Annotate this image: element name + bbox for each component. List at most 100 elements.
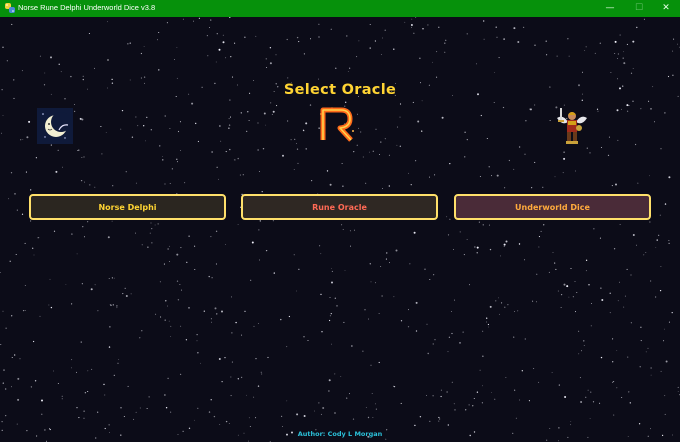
star (424, 268, 426, 270)
star (367, 318, 369, 320)
star (255, 358, 257, 360)
star (658, 234, 660, 236)
star (433, 274, 435, 276)
star (438, 416, 440, 419)
star (434, 174, 436, 176)
star (463, 254, 465, 256)
star (436, 76, 438, 78)
star (197, 407, 199, 409)
star (248, 417, 250, 419)
star (513, 27, 516, 30)
star (135, 116, 137, 118)
star (280, 415, 283, 418)
star (181, 289, 182, 291)
star (626, 43, 628, 45)
star (24, 285, 26, 286)
star (70, 75, 72, 78)
star (233, 159, 235, 161)
star (28, 120, 31, 123)
star (309, 38, 312, 40)
star (228, 127, 230, 129)
star (257, 149, 259, 151)
star (466, 139, 468, 141)
star (410, 184, 412, 186)
star (240, 376, 243, 379)
star (231, 332, 233, 334)
star (599, 42, 601, 44)
star (0, 132, 2, 134)
star (385, 438, 387, 440)
star (607, 154, 610, 157)
star (344, 270, 346, 271)
rune-oracle-button[interactable]: Rune Oracle (241, 194, 438, 220)
star (139, 407, 141, 409)
star (583, 345, 585, 346)
star (164, 394, 166, 396)
star (587, 389, 589, 391)
star (538, 236, 540, 238)
window-title: Norse Rune Delphi Underworld Dice v3.8 (18, 3, 156, 12)
star (503, 38, 505, 40)
star (640, 108, 642, 110)
star (421, 100, 423, 102)
star (483, 38, 485, 40)
star (399, 103, 402, 105)
underworld-dice-button[interactable]: Underworld Dice (454, 194, 651, 220)
star (186, 261, 188, 263)
star (140, 52, 143, 55)
star (231, 296, 232, 298)
star (616, 109, 619, 112)
norse-delphi-button[interactable]: Norse Delphi (29, 194, 226, 220)
star (444, 51, 446, 53)
star (275, 54, 277, 56)
star (50, 56, 52, 59)
star (230, 395, 232, 397)
star (531, 187, 533, 189)
star (563, 157, 566, 160)
star (336, 305, 338, 307)
star (549, 119, 551, 121)
star (568, 296, 570, 298)
star (57, 383, 59, 385)
star (218, 48, 221, 51)
star (169, 182, 171, 184)
star (330, 268, 332, 269)
star (663, 340, 665, 342)
star (34, 380, 37, 382)
star (451, 381, 453, 383)
star (231, 76, 234, 78)
star (78, 149, 80, 151)
star (167, 377, 169, 380)
star (141, 244, 143, 246)
star (413, 32, 415, 34)
star (250, 279, 252, 281)
star (180, 325, 182, 327)
star (438, 420, 440, 422)
star (265, 124, 267, 126)
star (230, 56, 232, 58)
star (158, 69, 160, 71)
star (635, 143, 637, 146)
maximize-button[interactable]: ☐ (625, 0, 653, 17)
star (73, 103, 76, 106)
star (157, 223, 159, 225)
norse-delphi-label: Norse Delphi (98, 202, 157, 212)
star (349, 230, 351, 232)
star (498, 313, 500, 315)
star (672, 50, 674, 52)
star (229, 99, 231, 101)
close-button[interactable]: ✕ (652, 0, 680, 17)
star (184, 182, 186, 184)
minimize-button[interactable]: — (596, 0, 624, 17)
star (353, 150, 355, 153)
star (556, 55, 558, 57)
star (446, 216, 448, 218)
star (478, 221, 480, 223)
star (129, 79, 131, 81)
star (629, 402, 631, 404)
star (296, 36, 299, 39)
star (434, 339, 436, 341)
star (180, 247, 182, 249)
title-bar[interactable]: Norse Rune Delphi Underworld Dice v3.8 —… (0, 0, 680, 17)
star (231, 361, 233, 363)
